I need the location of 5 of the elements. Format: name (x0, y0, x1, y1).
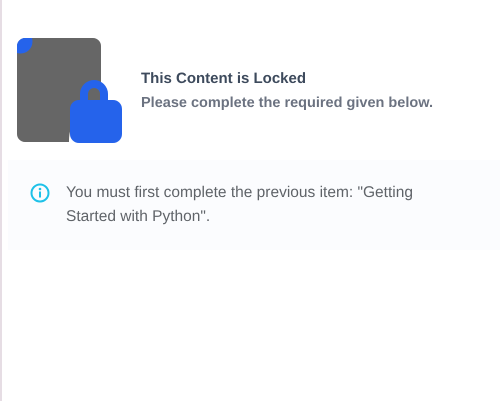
locked-subtitle: Please complete the required given below. (141, 94, 433, 110)
locked-document-icon (17, 38, 123, 144)
locked-title: This Content is Locked (141, 70, 308, 86)
info-icon (30, 183, 50, 203)
notice-message: You must first complete the previous item: "Getting Started with Python". (66, 183, 414, 227)
